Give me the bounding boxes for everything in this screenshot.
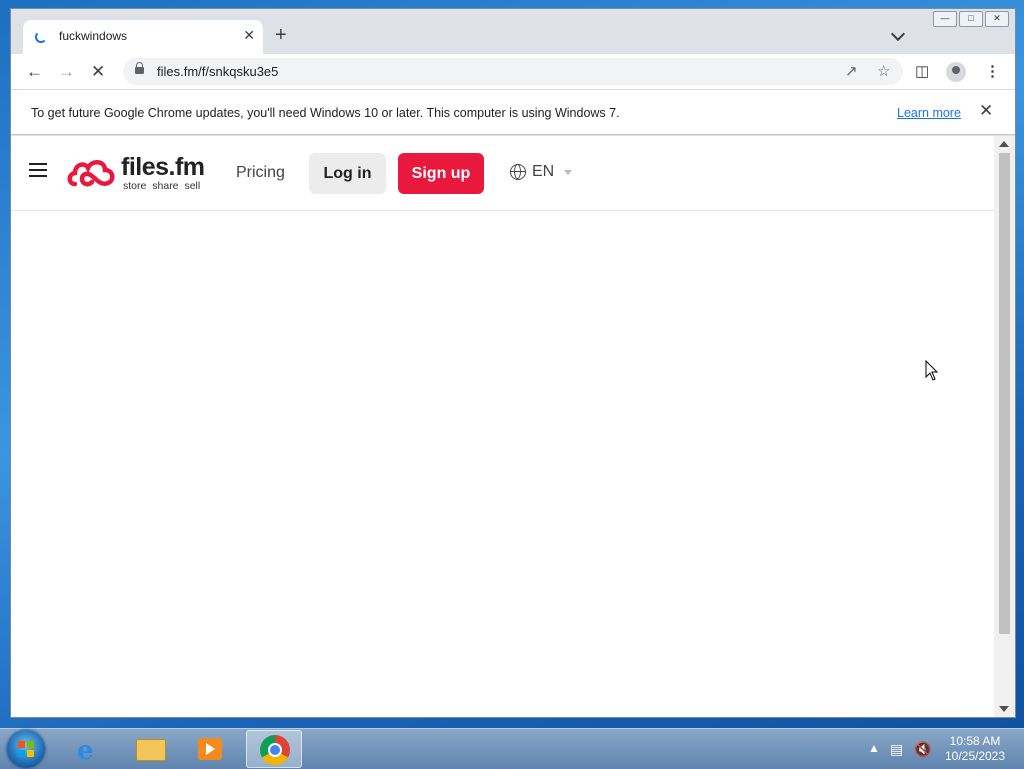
tab-close-icon[interactable]: ✕ — [243, 27, 255, 44]
chrome-icon — [260, 735, 290, 765]
profile-avatar-icon[interactable] — [946, 62, 966, 82]
learn-more-link[interactable]: Learn more — [897, 106, 961, 120]
globe-icon — [510, 164, 526, 180]
pricing-link[interactable]: Pricing — [236, 164, 285, 182]
site-header: files.fm store share sell Pricing Log in… — [11, 136, 994, 211]
language-caret-icon[interactable] — [564, 170, 572, 175]
menu-kebab-icon[interactable]: ⋮ — [985, 62, 1000, 80]
start-button[interactable] — [7, 730, 45, 768]
clock-date: 10/25/2023 — [944, 749, 1006, 763]
side-panel-icon[interactable]: ◫ — [915, 62, 929, 80]
lock-icon — [135, 62, 144, 74]
update-infobar: To get future Google Chrome updates, you… — [11, 89, 1015, 135]
bookmark-star-icon[interactable]: ☆ — [877, 62, 890, 80]
taskbar-chrome[interactable] — [246, 730, 302, 768]
minimize-button[interactable]: — — [933, 11, 957, 27]
language-selector[interactable]: EN — [532, 163, 554, 181]
taskbar-internet-explorer[interactable]: e — [62, 730, 118, 768]
show-hidden-icons-icon[interactable]: ▲ — [868, 741, 880, 755]
infobar-message: To get future Google Chrome updates, you… — [31, 106, 620, 120]
windows-flag-icon — [18, 741, 34, 757]
browser-toolbar: ← → ✕ files.fm/f/snkqsku3e5 ↗ ☆ ◫ ⋮ — [11, 54, 1015, 89]
window-controls: — □ ✕ — [933, 11, 1009, 27]
browser-tab[interactable]: fuckwindows ✕ — [23, 20, 263, 54]
taskbar-file-explorer[interactable] — [122, 730, 178, 768]
system-clock[interactable]: 10:58 AM 10/25/2023 — [940, 734, 1010, 764]
scroll-down-arrow-icon[interactable] — [999, 706, 1009, 712]
loading-spinner-icon — [35, 31, 47, 43]
page-viewport: files.fm store share sell Pricing Log in… — [11, 136, 1015, 717]
logo-tagline: store share sell — [123, 180, 201, 192]
stop-loading-icon[interactable]: ✕ — [91, 62, 105, 82]
clock-time: 10:58 AM — [949, 734, 1001, 748]
folder-icon — [136, 739, 166, 761]
scroll-up-arrow-icon[interactable] — [999, 141, 1009, 147]
files-fm-logo-icon[interactable] — [67, 154, 117, 190]
close-window-button[interactable]: ✕ — [985, 11, 1009, 27]
share-icon[interactable]: ↗ — [845, 62, 858, 80]
login-button[interactable]: Log in — [309, 153, 386, 194]
network-icon[interactable]: ▤ — [890, 741, 903, 758]
new-tab-button[interactable]: + — [275, 25, 287, 45]
tab-search-chevron-icon[interactable] — [890, 26, 906, 42]
windows-taskbar: e ▲ ▤ 🔇 10:58 AM 10/25/2023 — [0, 728, 1024, 769]
hamburger-menu-icon[interactable] — [29, 163, 47, 177]
chrome-window: — □ ✕ fuckwindows ✕ + ← → ✕ files.fm/f/s… — [10, 8, 1016, 718]
scroll-thumb[interactable] — [999, 153, 1010, 634]
vertical-scrollbar[interactable] — [994, 136, 1015, 717]
media-player-icon — [198, 738, 222, 760]
volume-muted-icon[interactable]: 🔇 — [914, 741, 931, 758]
address-bar[interactable]: files.fm/f/snkqsku3e5 ↗ ☆ — [123, 58, 903, 85]
infobar-close-icon[interactable]: ✕ — [979, 101, 993, 121]
forward-arrow-icon[interactable]: → — [58, 62, 75, 82]
tab-title: fuckwindows — [59, 29, 128, 43]
back-arrow-icon[interactable]: ← — [26, 62, 43, 82]
internet-explorer-icon: e — [77, 736, 94, 766]
mouse-cursor-icon — [925, 360, 939, 381]
maximize-button[interactable]: □ — [959, 11, 983, 27]
taskbar-media-player[interactable] — [182, 730, 238, 768]
url-text[interactable]: files.fm/f/snkqsku3e5 — [157, 64, 278, 79]
logo-name[interactable]: files.fm — [121, 153, 205, 182]
signup-button[interactable]: Sign up — [398, 153, 484, 194]
